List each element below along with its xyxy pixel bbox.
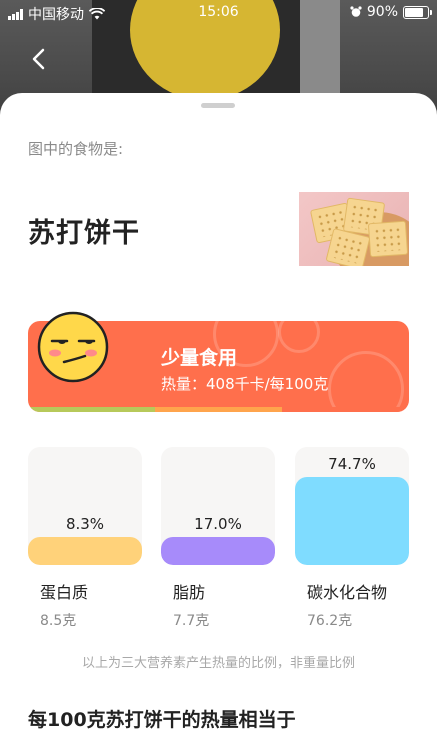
level-bar-segment — [155, 407, 282, 412]
banner-decoration — [278, 321, 320, 353]
macro-percent: 17.0% — [194, 515, 242, 533]
status-bar: 中国移动 15:06 90% — [0, 0, 437, 24]
recognition-prompt: 图中的食物是: — [28, 140, 124, 158]
battery-icon — [403, 5, 432, 19]
macro-amount: 8.5克 — [40, 613, 77, 629]
macro-percent: 8.3% — [65, 515, 105, 533]
smirk-face-icon — [37, 311, 109, 383]
macro-percent: 74.7% — [328, 455, 376, 473]
equivalent-section-title: 每100克苏打饼干的热量相当于 — [28, 709, 296, 731]
battery-percent: 90% — [366, 4, 398, 20]
food-image[interactable] — [299, 192, 409, 266]
macro-amount: 76.2克 — [307, 613, 353, 629]
sheet-drag-handle[interactable] — [201, 103, 235, 108]
ratio-note: 以上为三大营养素产生热量的比例，非重量比例 — [81, 656, 355, 671]
food-name: 苏打饼干 — [28, 218, 140, 249]
macro-name: 蛋白质 — [40, 583, 89, 602]
status-right: 90% — [350, 4, 432, 20]
macro-amount: 7.7克 — [173, 613, 210, 629]
macro-card-carbs: 74.7% — [295, 447, 409, 565]
macro-bar-protein — [28, 537, 142, 565]
macro-bar-carbs — [295, 477, 409, 565]
macro-name: 脂肪 — [173, 583, 206, 602]
banner-decoration — [328, 351, 404, 412]
level-bar-segment — [28, 407, 155, 412]
macro-bar-fat — [161, 537, 275, 565]
cracker-shape — [367, 220, 409, 258]
macro-card-protein: 8.3% — [28, 447, 142, 565]
result-sheet: 图中的食物是: 苏打饼干 少量食用 热量：408千卡/每100克 8.3% 17… — [0, 93, 437, 739]
battery-level — [405, 7, 423, 17]
level-bar-segment — [282, 407, 409, 412]
intake-level: 少量食用 — [161, 347, 238, 369]
alarm-icon — [350, 6, 362, 17]
calorie-info: 热量：408千卡/每100克 — [161, 375, 329, 393]
macro-card-fat: 17.0% — [161, 447, 275, 565]
macro-name: 碳水化合物 — [307, 583, 388, 602]
back-button[interactable] — [28, 48, 50, 70]
